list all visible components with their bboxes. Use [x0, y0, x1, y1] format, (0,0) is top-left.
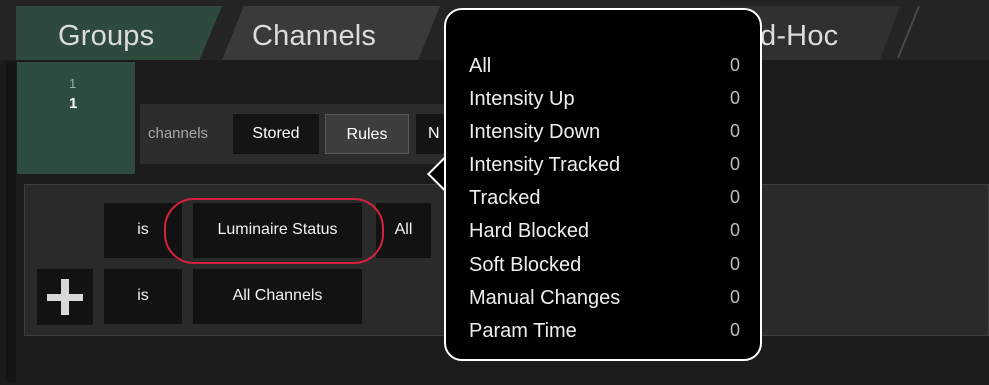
popover-item-count: 0: [729, 88, 740, 108]
popover-item-count: 0: [729, 287, 740, 307]
popover-item-param-time[interactable]: Param Time 0: [469, 314, 744, 347]
toolbar-label: channels: [148, 125, 209, 142]
popover-item-count: 0: [729, 121, 740, 141]
popover-item-label: Param Time: [469, 320, 577, 342]
popover-item-count: 0: [729, 154, 740, 174]
popover-item-all[interactable]: All 0: [469, 49, 744, 82]
rule-value-1[interactable]: All: [376, 203, 431, 258]
popover-item-count: 0: [729, 254, 740, 274]
popover-item-hard-blocked[interactable]: Hard Blocked 0: [469, 214, 744, 247]
tab-channels-label: Channels: [252, 20, 377, 52]
left-scroll-strip: [6, 62, 16, 382]
popover-item-count: 0: [729, 187, 740, 207]
rule-attribute-2[interactable]: All Channels: [193, 269, 362, 324]
rule-operator-2[interactable]: is: [104, 269, 182, 324]
tab-groups[interactable]: Groups: [16, 6, 222, 60]
group-dim-number: 1: [69, 76, 77, 91]
popover-item-count: 0: [729, 320, 740, 340]
popover-item-label: Soft Blocked: [469, 254, 582, 276]
popover-item-label: Hard Blocked: [469, 220, 590, 242]
popover-arrow-mask: [446, 158, 460, 190]
stored-button[interactable]: Stored: [233, 114, 319, 154]
group-list-item[interactable]: 1 1: [17, 62, 135, 174]
channel-filter-toolbar: channels Stored Rules N: [140, 104, 456, 164]
rules-button[interactable]: Rules: [325, 114, 409, 154]
tab-groups-label: Groups: [58, 20, 155, 52]
popover-item-label: All: [469, 55, 492, 77]
tab-channels[interactable]: Channels: [222, 6, 440, 60]
popover-item-count: 0: [729, 55, 740, 75]
popover-item-label: Manual Changes: [469, 287, 621, 309]
popover-item-manual-changes[interactable]: Manual Changes 0: [469, 281, 744, 314]
tab-divider: [896, 6, 920, 58]
add-rule-button[interactable]: [37, 269, 93, 325]
popover-item-label: Intensity Down: [469, 121, 601, 143]
popover-item-intensity-down[interactable]: Intensity Down 0: [469, 115, 744, 148]
popover-item-label: Tracked: [469, 187, 541, 209]
popover-item-intensity-tracked[interactable]: Intensity Tracked 0: [469, 148, 744, 181]
popover-item-count: 0: [729, 220, 740, 240]
popover-item-label: Intensity Up: [469, 88, 575, 110]
popover-item-label: Intensity Tracked: [469, 154, 621, 176]
popover-item-soft-blocked[interactable]: Soft Blocked 0: [469, 248, 744, 281]
tab-adhoc-label: d-Hoc: [760, 20, 839, 52]
highlight-annotation-circle: [164, 198, 384, 264]
group-number: 1: [69, 95, 78, 112]
popover-item-intensity-up[interactable]: Intensity Up 0: [469, 82, 744, 115]
popover-item-tracked[interactable]: Tracked 0: [469, 181, 744, 214]
